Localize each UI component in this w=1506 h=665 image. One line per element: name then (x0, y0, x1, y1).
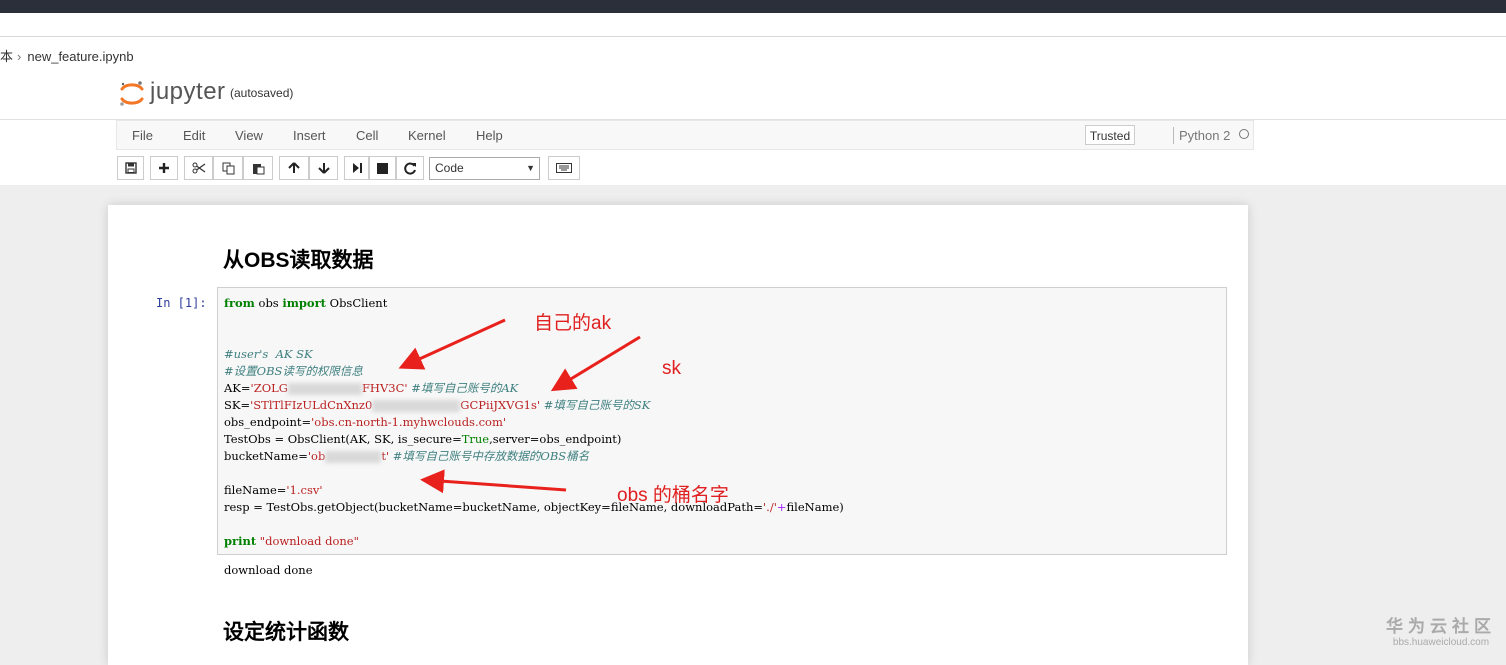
menu-insert[interactable]: Insert (293, 128, 326, 143)
browser-top-bar (0, 0, 1506, 13)
restart-button[interactable] (396, 156, 424, 180)
code-string: t' (381, 449, 390, 463)
markdown-heading-read-obs: 从OBS读取数据 (223, 249, 374, 272)
breadcrumb-separator: › (17, 49, 22, 64)
kernel-divider (1173, 127, 1174, 144)
annotation-sk: sk (662, 358, 681, 379)
trusted-indicator[interactable]: Trusted (1085, 125, 1135, 145)
cell-type-value: Code (435, 161, 464, 175)
watermark-title: 华为云社区 (1386, 617, 1496, 636)
code-text: fileName) (786, 500, 844, 514)
breadcrumb-filename[interactable]: new_feature.ipynb (27, 49, 133, 64)
plus-icon (159, 163, 169, 173)
menu-file[interactable]: File (132, 128, 153, 143)
move-up-button[interactable] (279, 156, 309, 180)
cut-icon (192, 162, 205, 174)
code-comment: #设置OBS读写的权限信息 (224, 364, 363, 378)
menu-edit[interactable]: Edit (183, 128, 205, 143)
save-icon (124, 162, 137, 174)
code-text: AK= (224, 381, 251, 395)
save-status: (autosaved) (230, 86, 294, 100)
command-palette-button[interactable] (548, 156, 580, 180)
code-comment: #user's AK SK (224, 347, 313, 361)
code-operator: + (776, 500, 787, 514)
code-string: 'ZOLG (250, 381, 288, 395)
code-comment: #填写自己账号中存放数据的OBS桶名 (389, 449, 590, 463)
menu-view[interactable]: View (235, 128, 263, 143)
redacted-blur (372, 400, 461, 412)
cut-button[interactable] (184, 156, 213, 180)
code-string: './' (763, 500, 777, 514)
menu-help[interactable]: Help (476, 128, 503, 143)
watermark: 华为云社区 bbs.huaweicloud.com (1386, 612, 1496, 648)
refresh-icon (403, 162, 416, 174)
paste-button[interactable] (243, 156, 273, 180)
menu-kernel[interactable]: Kernel (408, 128, 446, 143)
code-text: ,server=obs_endpoint) (489, 432, 622, 446)
breadcrumb-divider (0, 36, 1506, 37)
arrow-down-icon (317, 163, 330, 174)
run-button[interactable] (344, 156, 369, 180)
code-string: GCPiiJXVG1s' (460, 398, 541, 412)
annotation-ak: 自己的ak (534, 313, 612, 334)
menu-cell[interactable]: Cell (356, 128, 378, 143)
arrow-up-icon (288, 162, 300, 173)
watermark-url: bbs.huaweicloud.com (1392, 637, 1490, 648)
copy-icon (222, 162, 234, 174)
breadcrumb: 本 › new_feature.ipynb (0, 46, 134, 65)
cell-type-select[interactable]: Code ▼ (429, 157, 540, 180)
annotation-bucket: obs 的桶名字 (617, 485, 729, 506)
paste-icon (252, 163, 264, 174)
code-text: obs (254, 296, 283, 310)
menu-bar: File Edit View Insert Cell Kernel Help T… (116, 120, 1254, 150)
code-text: fileName= (224, 483, 287, 497)
code-keyword: print (224, 534, 257, 548)
code-string: FHV3C' (361, 381, 408, 395)
markdown-heading-stats: 设定统计函数 (223, 621, 349, 644)
move-down-button[interactable] (309, 156, 338, 180)
kernel-name[interactable]: Python 2 (1179, 128, 1230, 143)
code-keyword: import (282, 296, 326, 310)
code-comment: #填写自己账号的AK (407, 381, 519, 395)
dropdown-caret-icon: ▼ (526, 163, 535, 173)
code-text: SK= (224, 398, 251, 412)
cell-output: download done (224, 563, 313, 577)
insert-cell-button[interactable] (150, 156, 178, 180)
save-button[interactable] (117, 156, 144, 180)
copy-button[interactable] (213, 156, 243, 180)
code-text: obs_endpoint= (224, 415, 312, 429)
code-keyword: from (224, 296, 255, 310)
stop-icon (377, 162, 388, 174)
code-string: '1.csv' (286, 483, 323, 497)
keyboard-icon (556, 163, 572, 173)
input-prompt: In [1]: (156, 296, 207, 310)
interrupt-button[interactable] (369, 156, 396, 180)
code-text: bucketName= (224, 449, 308, 463)
jupyter-logo-text[interactable]: jupyter (150, 78, 226, 106)
code-builtin: True (461, 432, 490, 446)
code-string: 'obs.cn-north-1.myhwclouds.com' (311, 415, 507, 429)
redacted-blur (325, 451, 382, 463)
code-text: ObsClient (325, 296, 388, 310)
code-string: "download done" (256, 534, 359, 548)
code-string: 'STlTlFIzULdCnXnz0 (250, 398, 373, 412)
breadcrumb-parent[interactable]: 本 (0, 49, 13, 64)
kernel-status-icon (1239, 129, 1249, 139)
jupyter-logo-icon[interactable] (119, 80, 145, 108)
code-string: 'ob (307, 449, 326, 463)
code-comment: #填写自己账号的SK (540, 398, 651, 412)
redacted-blur (287, 383, 362, 395)
code-text: TestObs = ObsClient(AK, SK, is_secure= (224, 432, 462, 446)
step-forward-icon (352, 163, 362, 173)
